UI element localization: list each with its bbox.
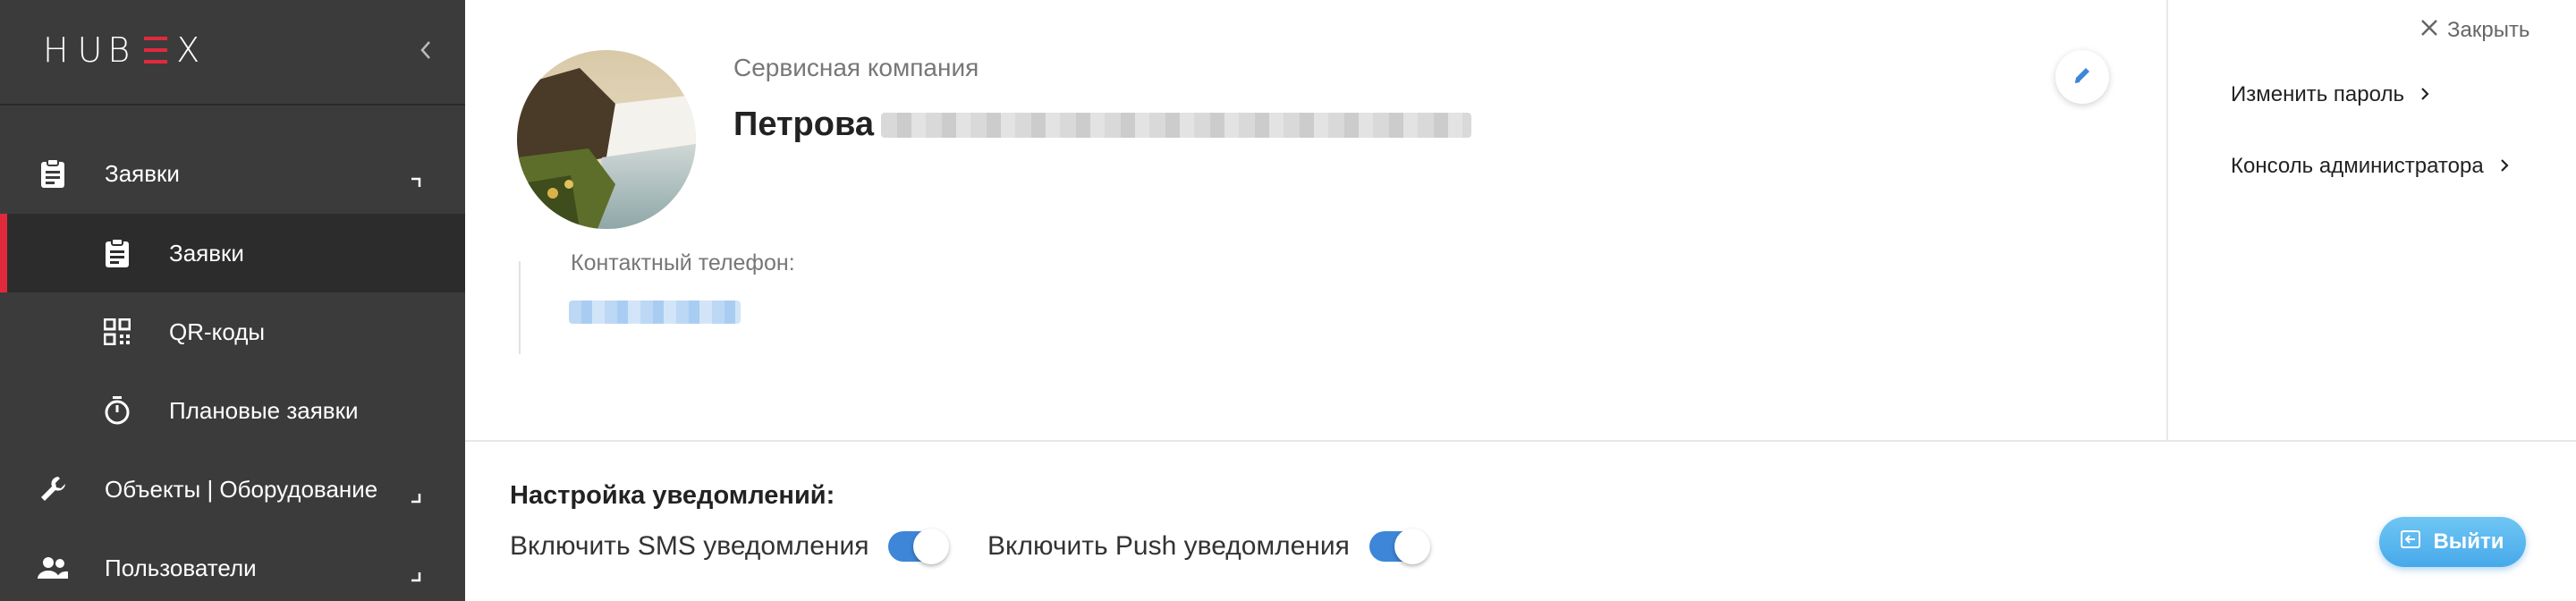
sms-toggle-label: Включить SMS уведомления	[510, 531, 869, 561]
contact-divider	[519, 261, 521, 354]
account-panel: Закрыть Изменить пароль Консоль админист…	[2166, 0, 2576, 440]
sidebar-item-users[interactable]: Пользователи	[0, 529, 465, 601]
logout-label: Выйти	[2433, 529, 2504, 554]
close-icon	[2420, 18, 2438, 43]
profile-section: Сервисная компания Петрова Контактный те…	[465, 0, 2166, 440]
avatar	[517, 50, 696, 229]
redacted-name-part	[880, 112, 1471, 138]
clipboard-icon	[102, 238, 132, 268]
close-button[interactable]: Закрыть	[2420, 18, 2529, 43]
logo-letters: UB	[77, 30, 136, 70]
push-toggle-row: Включить Push уведомления	[987, 529, 1430, 564]
logo-letter: H	[43, 30, 74, 70]
push-toggle[interactable]	[1368, 529, 1430, 564]
phone-link-redacted[interactable]	[569, 300, 741, 324]
user-name: Петрова	[733, 106, 874, 143]
toggle-knob	[1394, 529, 1430, 564]
collapse-caret-icon	[410, 167, 422, 187]
logo-row: H UB X	[0, 0, 465, 106]
toggle-knob	[913, 529, 950, 564]
logo-e-mark	[144, 37, 168, 63]
link-label: Консоль администратора	[2231, 154, 2484, 178]
sidebar-item-label: Пользователи	[105, 554, 257, 581]
qr-code-icon	[102, 317, 132, 347]
chevron-left-icon[interactable]	[415, 34, 436, 66]
sidebar-item-label: Объекты | Оборудование	[105, 475, 378, 503]
logo[interactable]: H UB X	[43, 30, 206, 70]
sidebar-item-objects-equipment[interactable]: Объекты | Оборудование	[0, 450, 465, 529]
wrench-icon	[38, 474, 68, 504]
sidebar-item-label: Плановые заявки	[169, 396, 359, 424]
chevron-right-icon	[2420, 82, 2429, 107]
users-icon	[38, 553, 68, 583]
sidebar-item-label: QR-коды	[169, 317, 266, 345]
link-label: Изменить пароль	[2231, 82, 2404, 106]
chevron-right-icon	[2500, 154, 2509, 179]
notification-settings-title: Настройка уведомлений:	[510, 481, 835, 510]
timer-icon	[102, 395, 132, 426]
company-type: Сервисная компания	[733, 54, 979, 81]
close-label: Закрыть	[2447, 18, 2530, 42]
user-name-row: Петрова	[733, 106, 1471, 144]
expand-caret-icon	[410, 562, 422, 582]
sidebar-item-requests[interactable]: Заявки	[0, 134, 465, 213]
expand-caret-icon	[410, 483, 422, 504]
sidebar-subitem-requests[interactable]: Заявки	[0, 214, 465, 292]
change-password-link[interactable]: Изменить пароль	[2231, 82, 2429, 107]
sms-toggle[interactable]	[888, 529, 950, 564]
sidebar-subitem-qr-codes[interactable]: QR-коды	[0, 292, 465, 371]
sidebar: H UB X Заявки Заявки QR-коды Плановые за…	[0, 0, 465, 601]
sidebar-item-label: Заявки	[105, 159, 180, 187]
logout-icon	[2401, 529, 2421, 554]
notification-settings: Настройка уведомлений: Включить SMS увед…	[465, 440, 2576, 601]
phone-label: Контактный телефон:	[571, 250, 795, 275]
sidebar-item-label: Заявки	[169, 239, 244, 267]
sidebar-subitem-planned-requests[interactable]: Плановые заявки	[0, 371, 465, 450]
pencil-icon	[2072, 65, 2092, 89]
edit-profile-button[interactable]	[2055, 50, 2109, 104]
push-toggle-label: Включить Push уведомления	[987, 531, 1350, 561]
admin-console-link[interactable]: Консоль администратора	[2231, 154, 2509, 179]
clipboard-icon	[38, 158, 68, 189]
logout-button[interactable]: Выйти	[2379, 517, 2526, 567]
logo-letter: X	[176, 30, 206, 70]
sms-toggle-row: Включить SMS уведомления	[510, 529, 950, 564]
